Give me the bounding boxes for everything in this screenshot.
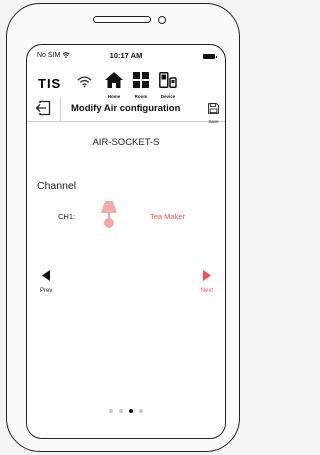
next-label: Next xyxy=(200,288,213,294)
battery-icon xyxy=(203,54,217,59)
phone-frame: No SIM 10:17 AM TIS Home Room Device Mod… xyxy=(6,3,240,452)
next-button[interactable]: Next xyxy=(201,268,213,294)
status-bar: No SIM 10:17 AM xyxy=(27,51,225,64)
next-arrow-icon xyxy=(203,270,212,281)
front-camera xyxy=(158,16,166,24)
prev-button[interactable]: Prev xyxy=(40,268,52,294)
device-icon xyxy=(159,72,177,88)
nav-home[interactable]: Home xyxy=(102,72,126,99)
save-button[interactable]: Save xyxy=(208,101,219,124)
save-icon xyxy=(208,103,219,114)
room-icon xyxy=(133,72,149,88)
prev-arrow-icon xyxy=(41,270,50,281)
back-button[interactable] xyxy=(35,100,51,121)
home-icon xyxy=(105,72,123,88)
save-label: Save xyxy=(208,119,219,124)
page-dot-active[interactable] xyxy=(129,409,133,413)
light-bulb-icon[interactable] xyxy=(100,201,118,234)
prev-label: Prev xyxy=(40,288,53,294)
nav-room[interactable]: Room xyxy=(129,72,153,99)
page-dot[interactable] xyxy=(109,409,113,413)
speaker-grille xyxy=(93,16,151,23)
wifi-icon xyxy=(77,75,92,93)
page-indicator xyxy=(27,400,225,418)
header-divider xyxy=(60,97,61,121)
page-title: Modify Air configuration xyxy=(71,103,181,114)
back-icon xyxy=(35,100,51,116)
device-name: AIR-SOCKET-S xyxy=(92,137,160,148)
channel-section-title: Channel xyxy=(37,180,77,192)
tis-logo: TIS xyxy=(38,76,62,91)
clock: 10:17 AM xyxy=(109,51,143,60)
nav-device[interactable]: Device xyxy=(156,72,180,99)
page-dot[interactable] xyxy=(119,409,123,413)
channel-id: CH1: xyxy=(58,212,76,221)
screen: No SIM 10:17 AM TIS Home Room Device Mod… xyxy=(26,44,226,439)
page-dot[interactable] xyxy=(139,409,143,413)
page-header: Modify Air configuration Save xyxy=(27,97,225,124)
channel-name[interactable]: Tea Maker xyxy=(150,212,185,221)
